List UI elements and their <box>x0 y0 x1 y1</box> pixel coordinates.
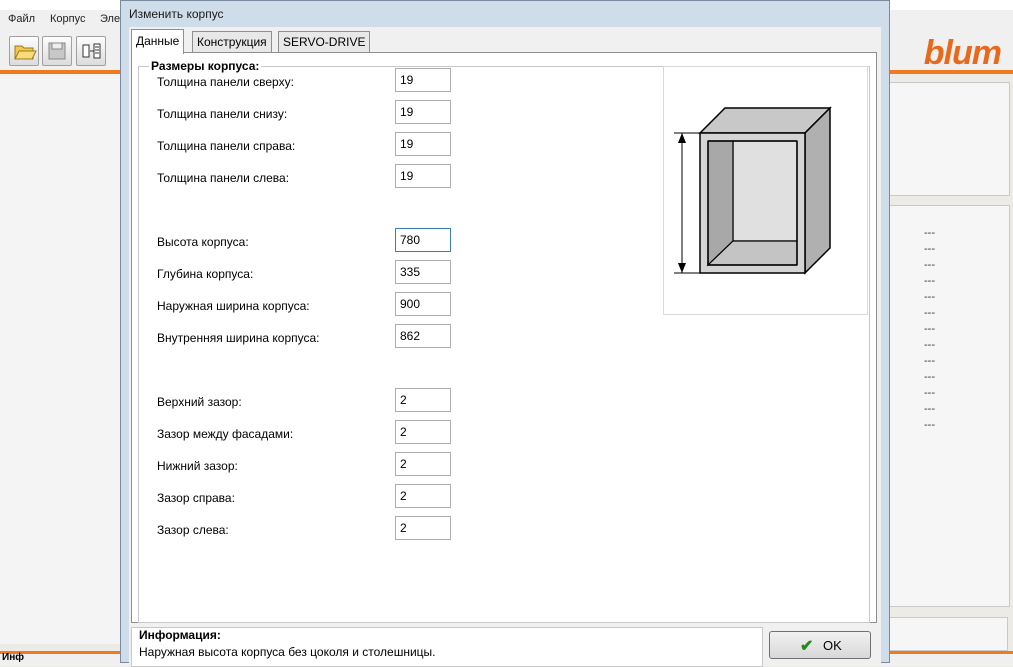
group-title: Размеры корпуса: <box>149 59 262 73</box>
tab-servo-drive[interactable]: SERVO-DRIVE <box>278 31 371 52</box>
field-label: Нижний зазор: <box>157 459 238 473</box>
ok-label: OK <box>823 638 842 653</box>
left-panel-thickness-input[interactable] <box>395 164 451 188</box>
value-placeholder: --- <box>924 419 935 431</box>
tab-data[interactable]: Данные <box>131 29 185 54</box>
field-label: Высота корпуса: <box>157 235 249 249</box>
field-label: Зазор справа: <box>157 491 235 505</box>
left-gap-input[interactable] <box>395 516 451 540</box>
open-folder-button[interactable] <box>9 36 39 66</box>
properties-icon <box>82 43 101 59</box>
top-panel-thickness-input[interactable] <box>395 68 451 92</box>
tab-construction[interactable]: Конструкция <box>192 31 272 52</box>
right-gap-input[interactable] <box>395 484 451 508</box>
value-placeholder: --- <box>924 371 935 383</box>
right-panel-values <box>888 205 1010 607</box>
value-placeholder: --- <box>924 339 935 351</box>
properties-button[interactable] <box>76 36 106 66</box>
field-label: Глубина корпуса: <box>157 267 254 281</box>
cabinet-diagram-icon <box>674 106 832 275</box>
right-panel-bottom <box>888 617 1008 651</box>
inner-width-input[interactable] <box>395 324 451 348</box>
value-placeholder: --- <box>924 227 935 239</box>
menu-elements[interactable]: Эле <box>100 13 120 25</box>
value-placeholder: --- <box>924 243 935 255</box>
info-title: Информация: <box>139 628 221 642</box>
menu-file[interactable]: Файл <box>8 13 35 25</box>
cabinet-depth-input[interactable] <box>395 260 451 284</box>
value-placeholder: --- <box>924 291 935 303</box>
tab-page-data: Размеры корпуса: Толщина панели сверху: … <box>131 52 877 623</box>
cabinet-dimensions-group: Размеры корпуса: Толщина панели сверху: … <box>138 59 870 623</box>
right-panel-top <box>888 82 1010 196</box>
value-placeholder: --- <box>924 323 935 335</box>
blum-logo: blum <box>923 34 1002 72</box>
dialog-body: Данные Конструкция SERVO-DRIVE Размеры к… <box>129 27 881 667</box>
field-label: Верхний зазор: <box>157 395 242 409</box>
field-label: Толщина панели слева: <box>157 171 290 185</box>
field-label: Толщина панели сверху: <box>157 75 294 89</box>
value-placeholder: --- <box>924 403 935 415</box>
save-button[interactable] <box>42 36 72 66</box>
left-panel <box>0 74 121 644</box>
bottom-gap-input[interactable] <box>395 452 451 476</box>
value-placeholder: --- <box>924 275 935 287</box>
info-text: Наружная высота корпуса без цоколя и сто… <box>139 645 436 659</box>
field-label: Зазор между фасадами: <box>157 427 294 441</box>
field-label: Толщина панели справа: <box>157 139 296 153</box>
outer-width-input[interactable] <box>395 292 451 316</box>
top-gap-input[interactable] <box>395 388 451 412</box>
cabinet-height-input[interactable] <box>395 228 451 252</box>
gap-between-fronts-input[interactable] <box>395 420 451 444</box>
field-label: Наружная ширина корпуса: <box>157 299 310 313</box>
value-placeholder: --- <box>924 355 935 367</box>
value-placeholder: --- <box>924 307 935 319</box>
checkmark-icon: ✔ <box>800 638 814 655</box>
value-placeholder: --- <box>924 387 935 399</box>
save-icon <box>48 42 66 60</box>
open-folder-icon <box>14 45 37 60</box>
status-text: Инф <box>2 652 24 663</box>
field-label: Толщина панели снизу: <box>157 107 288 121</box>
menu-cabinet[interactable]: Корпус <box>50 13 85 25</box>
field-label: Зазор слева: <box>157 523 229 537</box>
right-panel-thickness-input[interactable] <box>395 132 451 156</box>
field-label: Внутренняя ширина корпуса: <box>157 331 320 345</box>
bottom-panel-thickness-input[interactable] <box>395 100 451 124</box>
ok-button[interactable]: ✔ OK <box>769 631 871 659</box>
value-placeholder: --- <box>924 259 935 271</box>
edit-cabinet-dialog: Изменить корпус Данные Конструкция SERVO… <box>120 0 890 667</box>
dialog-title: Изменить корпус <box>129 7 224 21</box>
cabinet-preview <box>663 66 868 315</box>
info-box: Информация: Наружная высота корпуса без … <box>131 627 763 667</box>
